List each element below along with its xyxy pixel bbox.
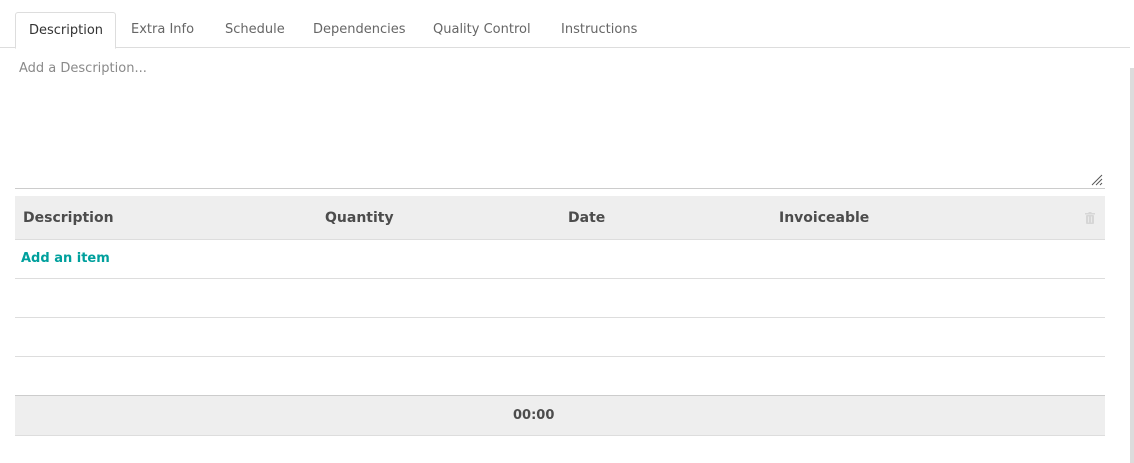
quantity-total: 00:00 [513, 408, 555, 423]
column-header-quantity[interactable]: Quantity [325, 196, 394, 240]
column-header-description[interactable]: Description [23, 196, 114, 240]
table-header: Description Quantity Date Invoiceable [15, 196, 1105, 240]
resize-grip-icon[interactable] [1090, 173, 1103, 186]
column-header-date[interactable]: Date [568, 196, 605, 240]
table-row [15, 279, 1105, 318]
trash-icon [1085, 212, 1095, 224]
tab-instructions[interactable]: Instructions [548, 12, 650, 48]
tab-bar: Description Extra Info Schedule Dependen… [0, 0, 1130, 49]
tab-dependencies[interactable]: Dependencies [300, 12, 419, 48]
table-row [15, 318, 1105, 357]
description-textarea[interactable] [15, 55, 1105, 189]
tab-description[interactable]: Description [15, 12, 116, 49]
table-footer: 00:00 [15, 395, 1105, 436]
tab-extra-info[interactable]: Extra Info [118, 12, 207, 48]
scrollbar-track[interactable] [1130, 68, 1134, 463]
add-item-link[interactable]: Add an item [21, 240, 110, 278]
table-row [15, 357, 1105, 395]
task-form-notebook: Description Extra Info Schedule Dependen… [0, 0, 1134, 463]
column-header-invoiceable[interactable]: Invoiceable [779, 196, 869, 240]
tab-quality-control[interactable]: Quality Control [420, 12, 544, 48]
tab-schedule[interactable]: Schedule [212, 12, 298, 48]
add-item-row: Add an item [15, 240, 1105, 279]
